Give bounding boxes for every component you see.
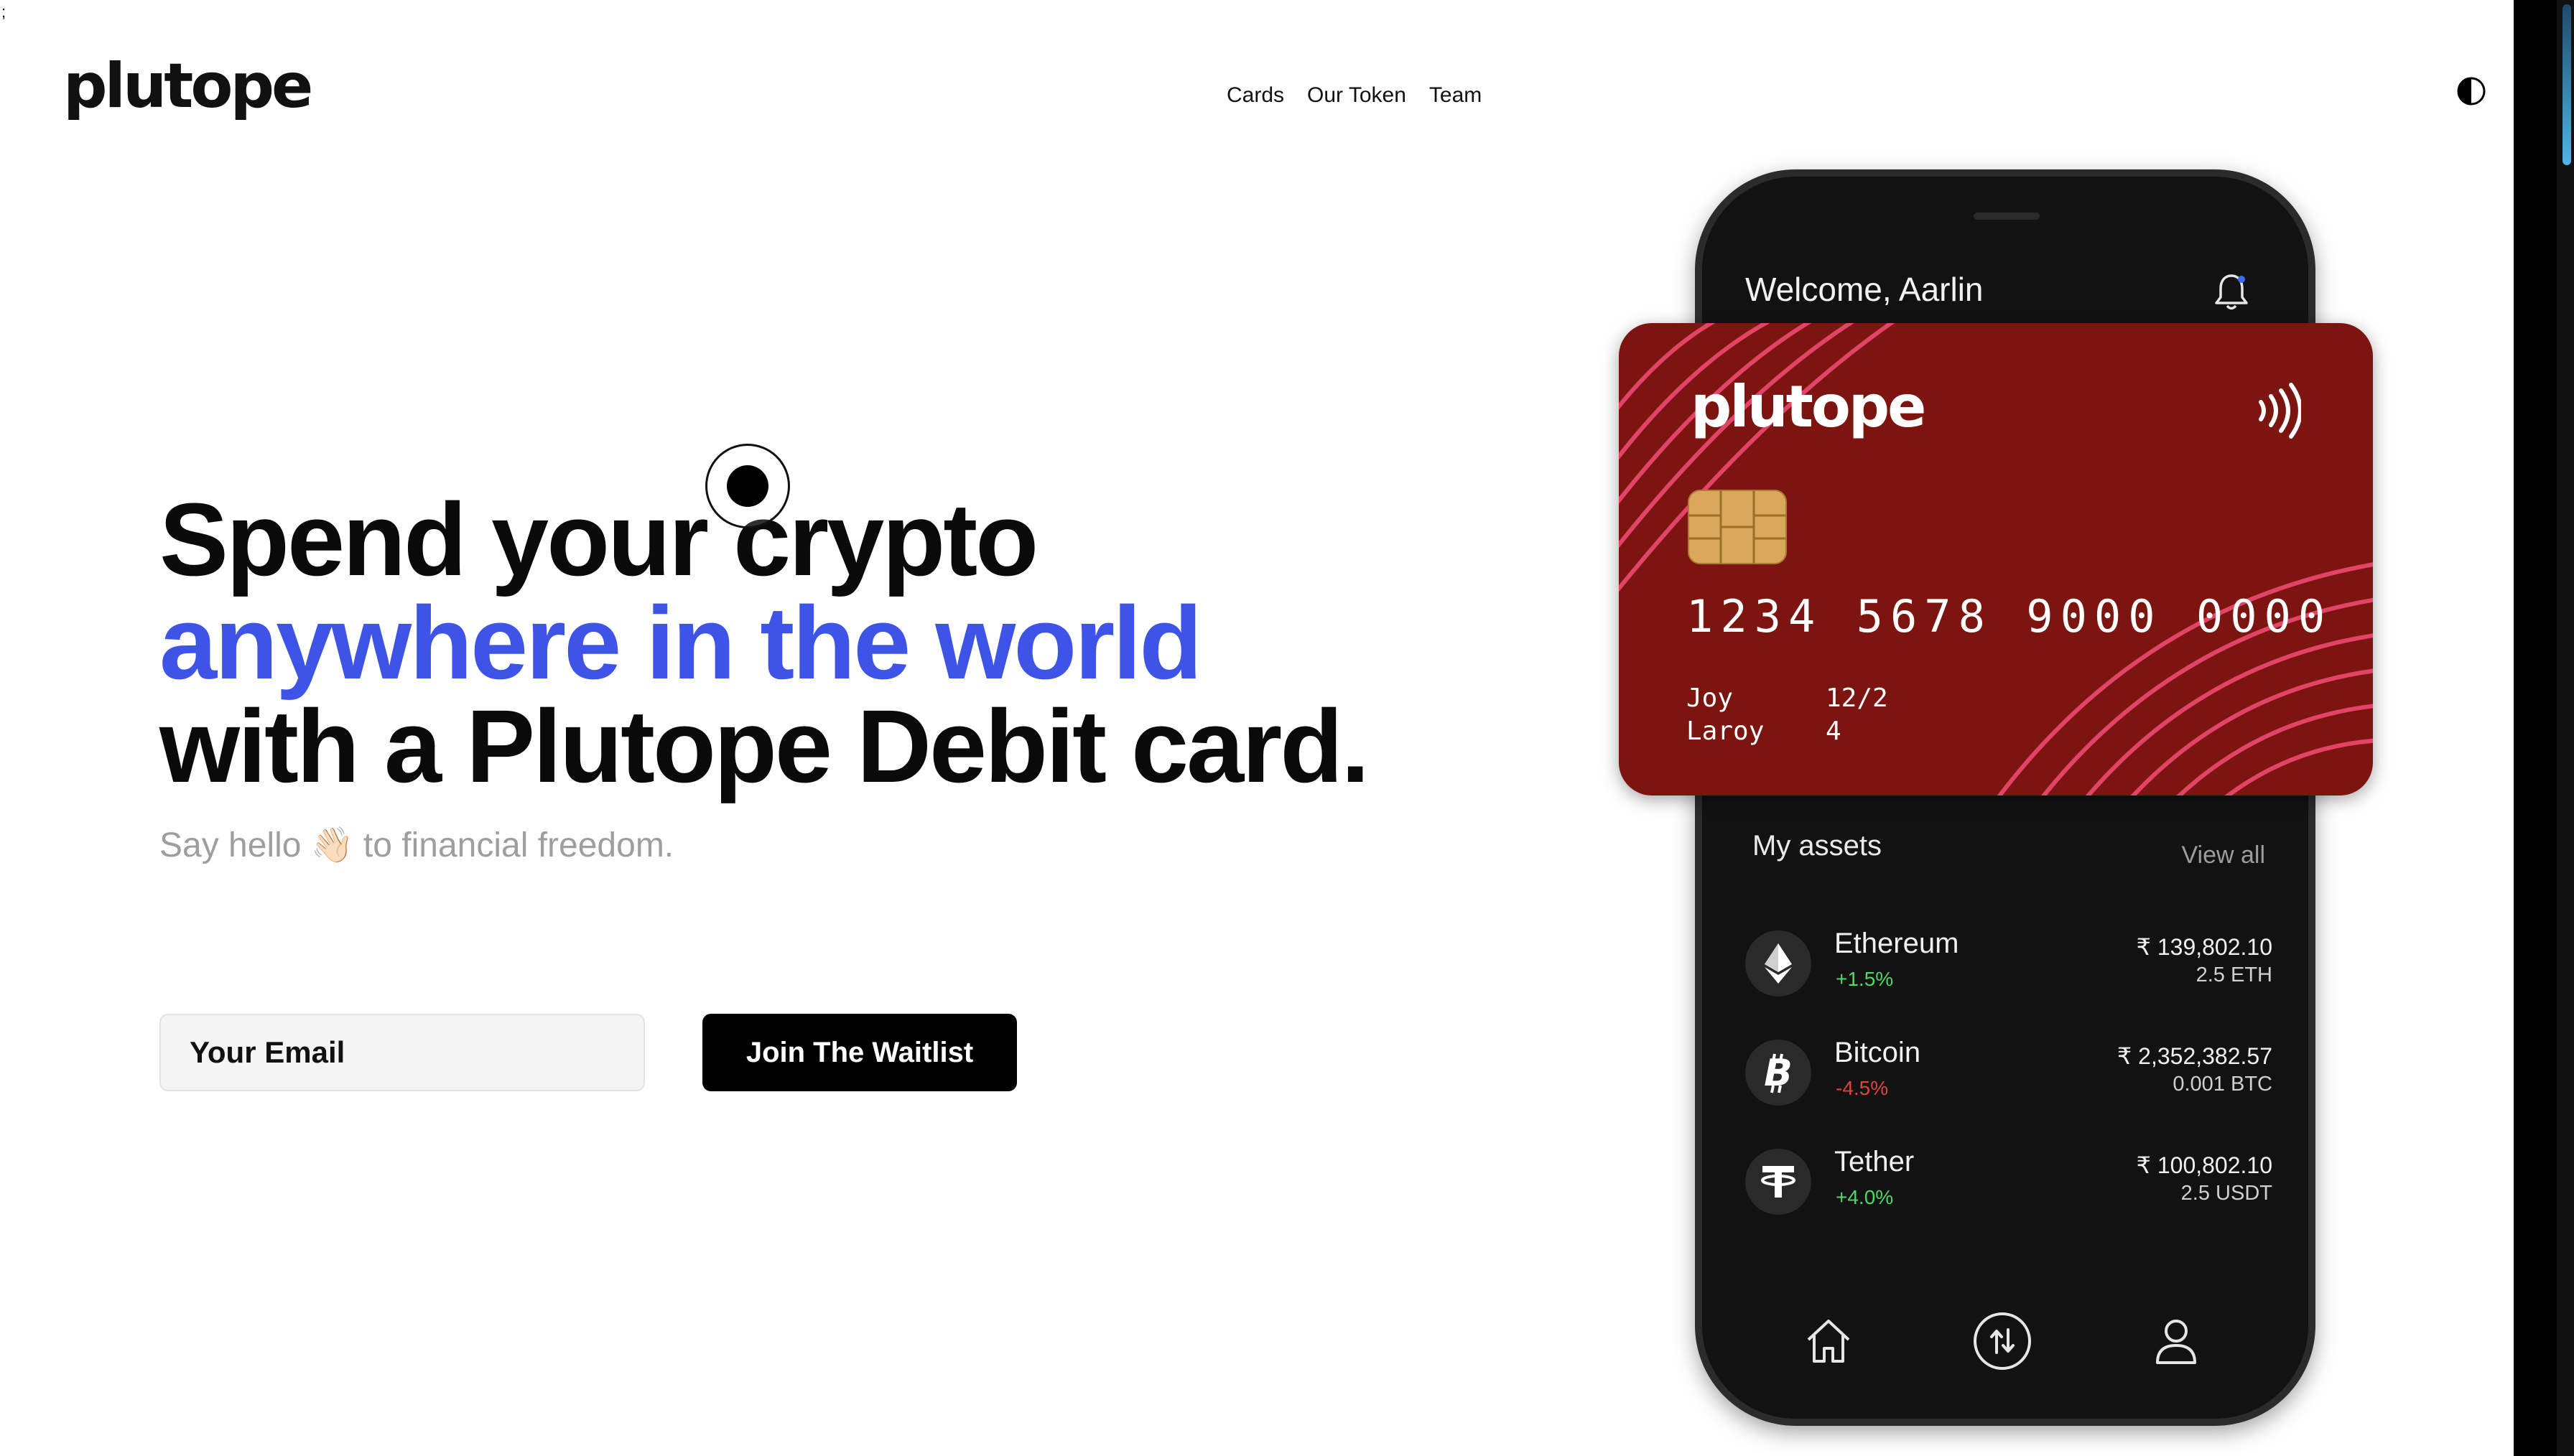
tether-icon — [1745, 1149, 1811, 1215]
card-expiry-a: 12/2 — [1826, 683, 1888, 713]
contactless-icon — [2259, 383, 2301, 439]
asset-name: Ethereum — [1834, 928, 1959, 959]
view-all-link[interactable]: View all — [2181, 841, 2265, 869]
asset-row-ethereum[interactable]: Ethereum +1.5% ₹ 139,802.10 2.5 ETH — [1745, 922, 2272, 1008]
nav-link-our-token[interactable]: Our Token — [1307, 83, 1406, 108]
assets-title: My assets — [1752, 830, 1882, 862]
asset-row-tether[interactable]: Tether +4.0% ₹ 100,802.10 2.5 USDT — [1745, 1140, 2272, 1226]
card-holder-first: Joy — [1686, 683, 1734, 713]
main-nav: Cards Our Token Team — [1227, 83, 1482, 108]
join-waitlist-button[interactable]: Join The Waitlist — [702, 1014, 1017, 1091]
card-expiry-b: 4 — [1826, 717, 1841, 746]
scrollbar-thumb[interactable] — [2563, 4, 2571, 165]
asset-row-bitcoin[interactable]: B Bitcoin -4.5% ₹ 2,352,382.57 0.001 BTC — [1745, 1031, 2272, 1117]
asset-quantity: 2.5 ETH — [2196, 963, 2272, 986]
hero-heading-line-2: anywhere in the world — [159, 585, 1202, 701]
phone-bottom-nav — [1702, 1304, 2308, 1376]
asset-change: +1.5% — [1836, 968, 1894, 990]
debit-card: plutope 1234 5678 9000 0000 Joy Laroy 12… — [1619, 323, 2373, 795]
nav-link-team[interactable]: Team — [1429, 83, 1482, 108]
asset-quantity: 2.5 USDT — [2180, 1182, 2272, 1205]
ethereum-icon — [1745, 930, 1811, 997]
nav-link-cards[interactable]: Cards — [1227, 83, 1284, 108]
asset-name: Bitcoin — [1834, 1037, 1921, 1068]
bell-icon[interactable] — [2212, 270, 2251, 313]
phone-notch — [1974, 213, 2040, 220]
page-scrollbar[interactable] — [2557, 0, 2574, 1456]
profile-icon[interactable] — [2146, 1311, 2206, 1371]
custom-cursor-dot — [727, 465, 768, 507]
asset-change: +4.0% — [1836, 1186, 1894, 1208]
contrast-icon — [2457, 77, 2486, 106]
asset-name: Tether — [1834, 1146, 1915, 1177]
email-input[interactable] — [159, 1014, 645, 1091]
hero-tagline: Say hello 👋🏻 to financial freedom. — [159, 826, 674, 864]
stray-character: ; — [1, 3, 6, 21]
asset-quantity: 0.001 BTC — [2173, 1073, 2272, 1096]
landing-page: ; plutope Cards Our Token Team Spend you… — [0, 0, 2514, 1456]
transfer-icon[interactable] — [1972, 1311, 2032, 1371]
site-logo[interactable]: plutope — [63, 50, 313, 122]
card-number: 1234 5678 9000 0000 — [1686, 590, 2333, 643]
asset-fiat-value: ₹ 2,352,382.57 — [2117, 1043, 2272, 1069]
asset-fiat-value: ₹ 139,802.10 — [2136, 934, 2272, 960]
svg-text:B: B — [1764, 1052, 1793, 1094]
bitcoin-icon: B — [1745, 1040, 1811, 1106]
card-holder-name: Joy Laroy — [1686, 682, 1764, 748]
card-expiry: 12/2 4 — [1826, 682, 1888, 748]
home-icon[interactable] — [1798, 1311, 1859, 1371]
hero-heading-line-3: with a Plutope Debit card. — [159, 689, 1370, 804]
card-logo: plutope — [1691, 373, 1926, 440]
asset-fiat-value: ₹ 100,802.10 — [2136, 1152, 2272, 1178]
asset-change: -4.5% — [1836, 1077, 1889, 1099]
welcome-text: Welcome, Aarlin — [1745, 271, 1984, 308]
chip-icon — [1688, 490, 1787, 564]
card-holder-last: Laroy — [1686, 717, 1765, 746]
theme-toggle-button[interactable] — [2456, 76, 2486, 106]
hero-heading-line-1: Spend your crypto — [159, 482, 1039, 597]
